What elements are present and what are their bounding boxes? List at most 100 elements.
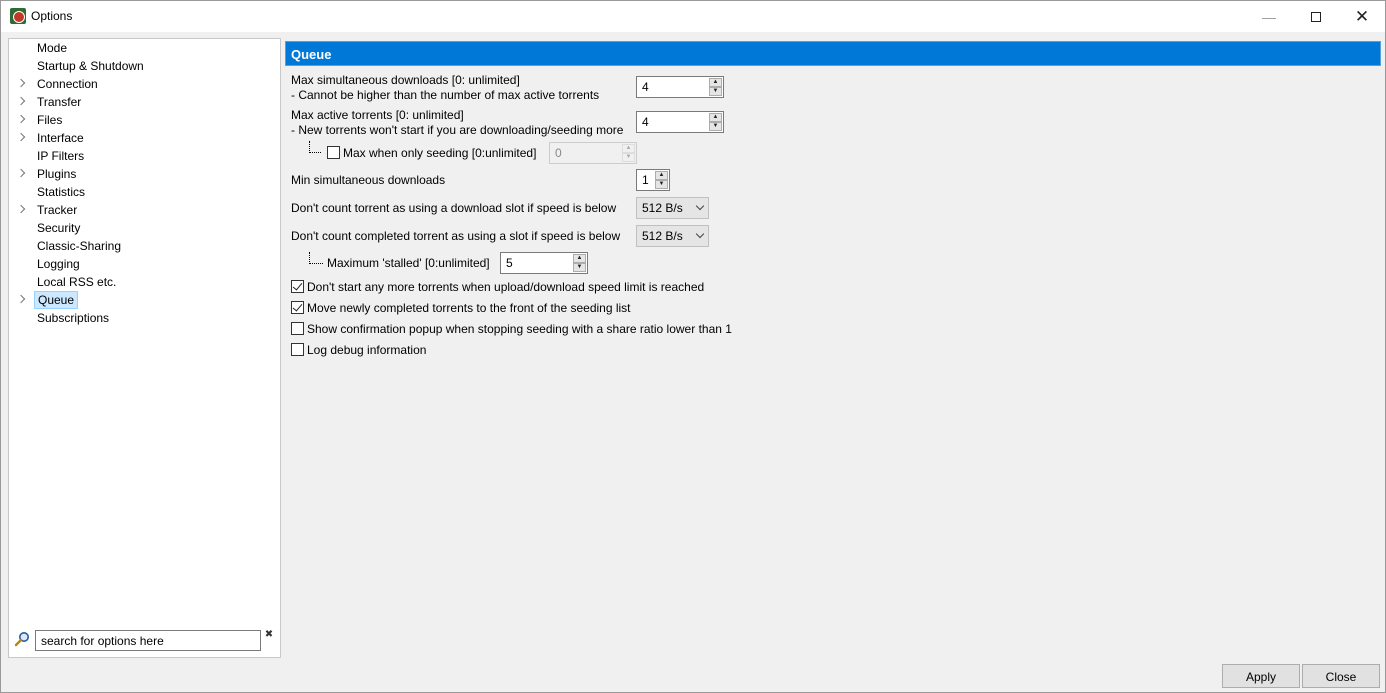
tree-item-label: Files [37, 113, 63, 127]
no-start-speed-limit-label: Don't start any more torrents when uploa… [307, 280, 705, 294]
tree-item-tracker[interactable]: Tracker [9, 201, 280, 219]
min-downloads-label: Min simultaneous downloads [291, 173, 446, 187]
spin-arrows: ▲ ▼ [573, 254, 586, 272]
max-active-spinner[interactable]: ▲ ▼ [636, 111, 724, 133]
clear-search-icon[interactable]: ✖ [263, 629, 275, 641]
tree-item-label: Tracker [37, 203, 78, 217]
tree-item-label: Logging [37, 257, 80, 271]
spin-arrows: ▲ ▼ [622, 144, 635, 162]
download-slot-speed-value: 512 B/s [642, 201, 683, 215]
search-icon [14, 632, 29, 647]
completed-slot-speed-value: 512 B/s [642, 229, 683, 243]
chevron-right-icon[interactable] [16, 132, 26, 142]
min-downloads-input[interactable] [642, 173, 656, 187]
tree-item-transfer[interactable]: Transfer [9, 93, 280, 111]
options-tree: Mode Startup & Shutdown Connection Trans… [8, 38, 281, 658]
maximize-button[interactable] [1293, 1, 1339, 32]
tree-item-label: Local RSS etc. [37, 275, 117, 289]
tree-item-label: Transfer [37, 95, 82, 109]
move-completed-front-checkbox[interactable] [291, 301, 304, 314]
log-debug-checkbox[interactable] [291, 343, 304, 356]
spin-down-icon[interactable]: ▼ [655, 180, 668, 189]
title-bar: Options — ✕ [1, 1, 1385, 32]
no-start-speed-limit-checkbox[interactable] [291, 280, 304, 293]
completed-slot-speed-select[interactable]: 512 B/s [636, 225, 709, 247]
spin-down-icon[interactable]: ▼ [709, 122, 722, 131]
spin-up-icon[interactable]: ▲ [709, 113, 722, 122]
tree-item-mode[interactable]: Mode [9, 39, 280, 57]
chevron-right-icon[interactable] [16, 96, 26, 106]
spin-down-icon[interactable]: ▼ [622, 153, 635, 162]
apply-button[interactable]: Apply [1222, 664, 1300, 688]
tree-item-label: Statistics [37, 185, 86, 199]
tree-item-connection[interactable]: Connection [9, 75, 280, 93]
min-downloads-spinner[interactable]: ▲ ▼ [636, 169, 670, 191]
spin-arrows: ▲ ▼ [655, 171, 668, 189]
tree-item-local-rss[interactable]: Local RSS etc. [9, 273, 280, 291]
tree-item-statistics[interactable]: Statistics [9, 183, 280, 201]
chevron-down-icon [695, 201, 705, 211]
tree-item-label: Subscriptions [37, 311, 110, 325]
tree-connector [309, 141, 321, 153]
spin-up-icon[interactable]: ▲ [573, 254, 586, 263]
max-seeding-input[interactable] [555, 146, 610, 160]
minimize-button[interactable]: — [1246, 1, 1292, 32]
completed-slot-label: Don't count completed torrent as using a… [291, 229, 621, 243]
tree-item-label: Interface [37, 131, 84, 145]
chevron-right-icon[interactable] [16, 114, 26, 124]
spin-arrows: ▲ ▼ [709, 78, 722, 96]
max-downloads-label: Max simultaneous downloads [0: unlimited… [291, 73, 520, 87]
tree-item-plugins[interactable]: Plugins [9, 165, 280, 183]
tree-item-files[interactable]: Files [9, 111, 280, 129]
tree-item-interface[interactable]: Interface [9, 129, 280, 147]
tree-item-ip-filters[interactable]: IP Filters [9, 147, 280, 165]
max-active-input[interactable] [642, 115, 697, 129]
close-window-button[interactable]: ✕ [1339, 1, 1385, 32]
tree-item-label: Connection [37, 77, 98, 91]
tree-item-label: Startup & Shutdown [37, 59, 144, 73]
move-completed-front-label: Move newly completed torrents to the fro… [307, 301, 631, 315]
options-window: Options — ✕ Mode Startup & Shutdown Conn… [0, 0, 1386, 693]
app-logo-icon [10, 8, 26, 24]
log-debug-label: Log debug information [307, 343, 427, 357]
tree-item-label: Plugins [37, 167, 77, 181]
download-slot-label: Don't count torrent as using a download … [291, 201, 617, 215]
max-stalled-label: Maximum 'stalled' [0:unlimited] [327, 256, 490, 270]
max-seeding-label: Max when only seeding [0:unlimited] [343, 146, 537, 160]
section-title: Queue [285, 41, 1381, 66]
confirm-popup-label: Show confirmation popup when stopping se… [307, 322, 732, 336]
max-stalled-input[interactable] [506, 256, 561, 270]
tree-item-subscriptions[interactable]: Subscriptions [9, 309, 280, 327]
tree-item-label: Classic-Sharing [37, 239, 122, 253]
max-downloads-spinner[interactable]: ▲ ▼ [636, 76, 724, 98]
chevron-right-icon[interactable] [16, 78, 26, 88]
spin-arrows: ▲ ▼ [709, 113, 722, 131]
tree-item-classic-sharing[interactable]: Classic-Sharing [9, 237, 280, 255]
spin-down-icon[interactable]: ▼ [573, 263, 586, 272]
tree-item-queue[interactable]: Queue [9, 291, 280, 309]
spin-up-icon[interactable]: ▲ [655, 171, 668, 180]
max-active-label: Max active torrents [0: unlimited] [291, 108, 464, 122]
tree-item-logging[interactable]: Logging [9, 255, 280, 273]
tree-item-label: IP Filters [37, 149, 85, 163]
confirm-popup-checkbox[interactable] [291, 322, 304, 335]
max-stalled-spinner[interactable]: ▲ ▼ [500, 252, 588, 274]
window-title: Options [31, 9, 73, 23]
spin-up-icon[interactable]: ▲ [709, 78, 722, 87]
chevron-down-icon [695, 229, 705, 239]
tree-item-label: Mode [37, 41, 68, 55]
max-seeding-spinner[interactable]: ▲ ▼ [549, 142, 637, 164]
tree-item-startup-shutdown[interactable]: Startup & Shutdown [9, 57, 280, 75]
tree-item-security[interactable]: Security [9, 219, 280, 237]
download-slot-speed-select[interactable]: 512 B/s [636, 197, 709, 219]
spin-down-icon[interactable]: ▼ [709, 87, 722, 96]
max-active-hint: - New torrents won't start if you are do… [291, 123, 624, 137]
max-seeding-checkbox[interactable] [327, 146, 340, 159]
close-button[interactable]: Close [1302, 664, 1380, 688]
chevron-right-icon[interactable] [16, 294, 26, 304]
chevron-right-icon[interactable] [16, 204, 26, 214]
max-downloads-input[interactable] [642, 80, 697, 94]
chevron-right-icon[interactable] [16, 168, 26, 178]
spin-up-icon[interactable]: ▲ [622, 144, 635, 153]
search-input[interactable] [35, 630, 261, 651]
